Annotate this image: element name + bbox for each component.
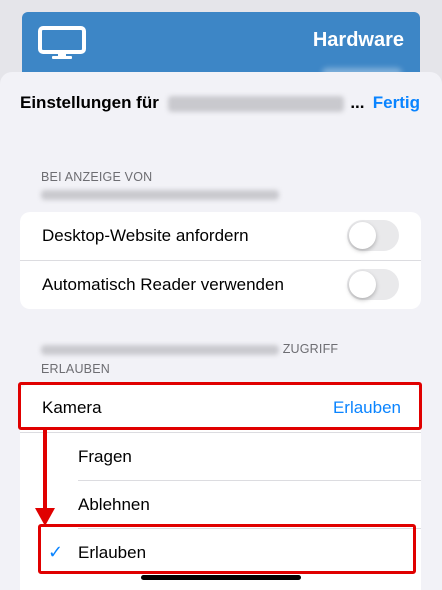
checkmark-icon: ✓ bbox=[48, 542, 64, 562]
toggle-knob bbox=[349, 271, 376, 298]
reader-label: Automatisch Reader verwenden bbox=[42, 275, 284, 294]
sheet-title: Einstellungen für ... bbox=[20, 93, 364, 113]
option-deny-row[interactable]: Ablehnen bbox=[20, 481, 421, 529]
arrow-down-icon bbox=[35, 428, 55, 526]
toggle-knob bbox=[349, 222, 376, 249]
done-button[interactable]: Fertig bbox=[373, 93, 420, 113]
camera-settings-group: Kamera Erlauben Fragen Ablehnen ✓ Erlaub… bbox=[20, 384, 421, 590]
access-section-header: ZUGRIFF ERLAUBEN bbox=[41, 342, 338, 376]
reader-toggle[interactable] bbox=[347, 269, 399, 300]
display-section-header: BEI ANZEIGE VON bbox=[41, 170, 279, 200]
sheet-nav-bar: Einstellungen für ... Fertig bbox=[0, 72, 442, 130]
blurred-domain-line bbox=[41, 344, 279, 355]
option-deny-label: Ablehnen bbox=[78, 495, 150, 514]
desktop-monitor-icon bbox=[38, 26, 86, 59]
camera-value: Erlauben bbox=[332, 398, 401, 417]
desktop-website-toggle[interactable] bbox=[347, 220, 399, 251]
blurred-domain-line bbox=[41, 190, 279, 200]
display-settings-group: Desktop-Website anfordern Automatisch Re… bbox=[20, 212, 421, 309]
settings-sheet: Einstellungen für ... Fertig BEI ANZEIGE… bbox=[0, 72, 442, 590]
option-allow-row[interactable]: ✓ Erlauben bbox=[20, 529, 421, 577]
access-section-suffix: ZUGRIFF bbox=[282, 342, 339, 356]
access-section-line1: ZUGRIFF bbox=[41, 342, 338, 356]
option-ask-row[interactable]: Fragen bbox=[20, 433, 421, 481]
option-ask-label: Fragen bbox=[78, 447, 132, 466]
desktop-website-row[interactable]: Desktop-Website anfordern bbox=[20, 212, 421, 261]
display-section-title: BEI ANZEIGE VON bbox=[41, 170, 153, 184]
hardware-title: Hardware bbox=[312, 29, 404, 51]
reader-row[interactable]: Automatisch Reader verwenden bbox=[20, 261, 421, 309]
camera-label: Kamera bbox=[42, 398, 102, 417]
sheet-title-suffix: ... bbox=[350, 93, 365, 112]
option-allow-label: Erlauben bbox=[78, 543, 147, 562]
access-section-line2: ERLAUBEN bbox=[41, 362, 110, 376]
blurred-domain bbox=[167, 95, 344, 112]
desktop-website-label: Desktop-Website anfordern bbox=[42, 226, 249, 245]
sheet-title-prefix: Einstellungen für bbox=[20, 93, 159, 112]
camera-row[interactable]: Kamera Erlauben bbox=[20, 384, 421, 433]
home-indicator bbox=[141, 575, 301, 580]
